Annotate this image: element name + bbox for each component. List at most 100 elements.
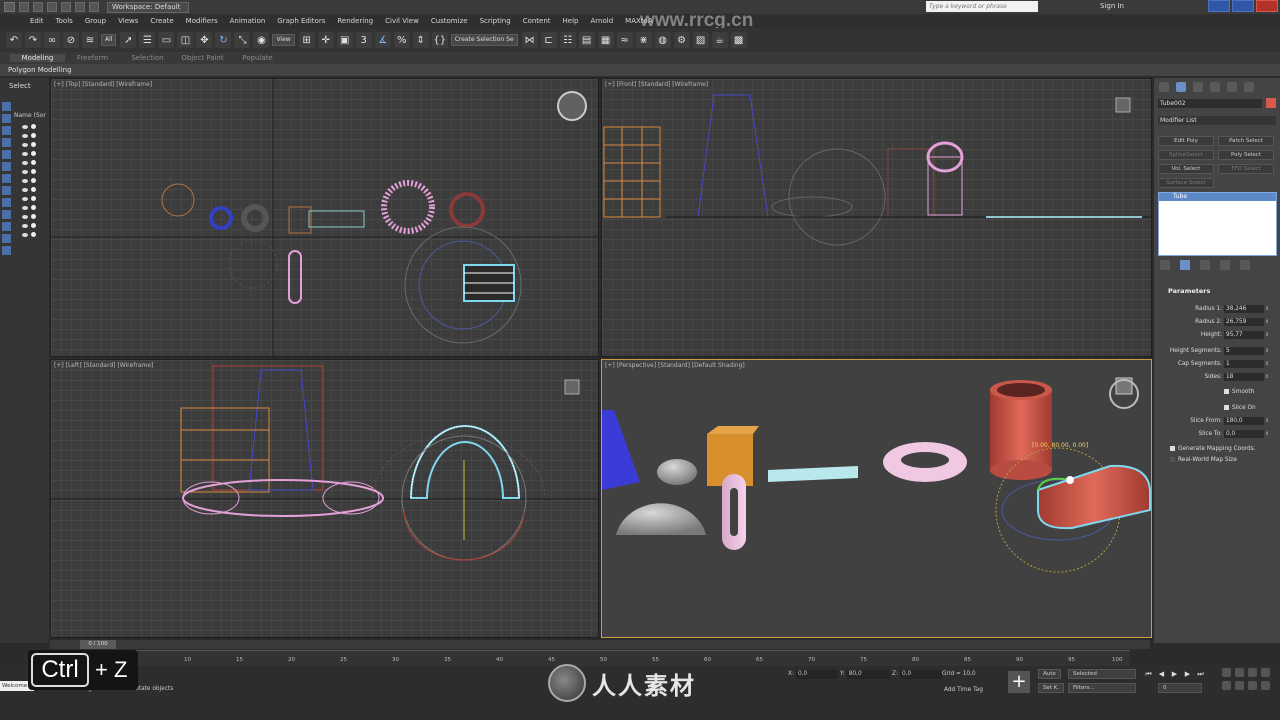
spinner-snap-icon[interactable]: ⇕ xyxy=(412,32,429,48)
eye-icon[interactable] xyxy=(22,178,28,183)
snaps-icon[interactable]: 3 xyxy=(355,32,372,48)
scale-icon[interactable]: ⤡ xyxy=(234,32,251,48)
tab-populate[interactable]: Populate xyxy=(230,54,285,62)
filter-containers-icon[interactable] xyxy=(2,210,11,219)
menu-scripting[interactable]: Scripting xyxy=(480,17,511,25)
edit-named-sets-icon[interactable]: {} xyxy=(431,32,448,48)
keyboard-shortcut-icon[interactable]: ▣ xyxy=(336,32,353,48)
eye-icon[interactable] xyxy=(22,133,28,138)
save-file-icon[interactable] xyxy=(47,2,57,12)
menu-group[interactable]: Group xyxy=(85,17,106,25)
param-input[interactable]: 180,0 xyxy=(1224,417,1264,425)
maximize-viewport-icon[interactable] xyxy=(1261,681,1270,690)
object-name-field[interactable]: Tube002 xyxy=(1158,99,1262,108)
close-button[interactable] xyxy=(1256,0,1278,12)
spinner-icon[interactable]: ⇕ xyxy=(1265,417,1269,425)
set-key-big-icon[interactable]: + xyxy=(1008,671,1030,693)
zoom-extents-all-icon[interactable] xyxy=(1261,668,1270,677)
show-end-result-icon[interactable] xyxy=(1180,260,1190,270)
motion-tab-icon[interactable] xyxy=(1210,82,1220,92)
x-value[interactable]: 0,0 xyxy=(795,670,838,679)
utilities-tab-icon[interactable] xyxy=(1244,82,1254,92)
list-item[interactable] xyxy=(22,203,44,212)
list-item[interactable] xyxy=(22,185,44,194)
window-crossing-icon[interactable]: ◫ xyxy=(177,32,194,48)
filter-helpers-icon[interactable] xyxy=(2,150,11,159)
param-input[interactable]: 0,0 xyxy=(1224,430,1264,438)
ffd-select-button[interactable]: FFD Select xyxy=(1218,164,1274,174)
slice-on-checkbox[interactable]: Slice On xyxy=(1224,404,1256,413)
eye-icon[interactable] xyxy=(22,214,28,219)
menu-modifiers[interactable]: Modifiers xyxy=(186,17,218,25)
menu-create[interactable]: Create xyxy=(150,17,173,25)
patch-select-button[interactable]: Patch Select xyxy=(1218,136,1274,146)
create-tab-icon[interactable] xyxy=(1159,82,1169,92)
list-item[interactable] xyxy=(22,194,44,203)
curve-editor-icon[interactable]: ≈ xyxy=(616,32,633,48)
filter-geometry-icon[interactable] xyxy=(2,102,11,111)
generate-mapping-checkbox[interactable]: Generate Mapping Coords. xyxy=(1170,445,1256,454)
zoom-all-icon[interactable] xyxy=(1235,668,1244,677)
x-coordinate[interactable]: X: 0,0 xyxy=(788,670,838,679)
eye-icon[interactable] xyxy=(22,124,28,129)
stack-item-tube[interactable]: Tube xyxy=(1159,193,1276,201)
ribbon-polygon-modelling[interactable]: Polygon Modelling xyxy=(0,64,1280,76)
filter-frozen-icon[interactable] xyxy=(2,222,11,231)
viewport-left[interactable]: [+] [Left] [Standard] [Wireframe] xyxy=(50,359,599,638)
filter-cameras-icon[interactable] xyxy=(2,138,11,147)
param-input[interactable]: 95,77 xyxy=(1224,331,1264,339)
eye-icon[interactable] xyxy=(22,205,28,210)
configure-sets-icon[interactable] xyxy=(1240,260,1250,270)
previous-frame-icon[interactable]: ◀ xyxy=(1157,670,1166,679)
list-item[interactable] xyxy=(22,122,44,131)
vol-select-button[interactable]: Vol. Select xyxy=(1158,164,1214,174)
explorer-select-menu[interactable]: Select xyxy=(0,78,49,100)
align-icon[interactable]: ⊏ xyxy=(540,32,557,48)
time-slider-thumb[interactable]: 0 / 100 xyxy=(80,640,116,649)
eye-icon[interactable] xyxy=(22,160,28,165)
filter-lights-icon[interactable] xyxy=(2,126,11,135)
add-time-tag[interactable]: Add Time Tag xyxy=(944,686,983,695)
selected-dropdown[interactable]: Selected xyxy=(1068,669,1136,679)
menu-content[interactable]: Content xyxy=(523,17,551,25)
menu-tools[interactable]: Tools xyxy=(56,17,73,25)
smooth-checkbox[interactable]: Smooth xyxy=(1224,388,1254,397)
select-manipulate-icon[interactable]: ✛ xyxy=(317,32,334,48)
list-item[interactable] xyxy=(22,158,44,167)
time-slider[interactable]: 0 / 100 xyxy=(50,640,1150,649)
percent-snap-icon[interactable]: % xyxy=(393,32,410,48)
zoom-extents-icon[interactable] xyxy=(1248,668,1257,677)
render-setup-icon[interactable]: ⚙ xyxy=(673,32,690,48)
sign-in-link[interactable]: Sign In xyxy=(1100,2,1124,10)
spinner-icon[interactable]: ⇕ xyxy=(1265,360,1269,368)
list-item[interactable] xyxy=(22,167,44,176)
z-value[interactable]: 0,0 xyxy=(899,670,942,679)
edit-poly-button[interactable]: Edit Poly xyxy=(1158,136,1214,146)
spinner-icon[interactable]: ⇕ xyxy=(1265,430,1269,438)
tab-modeling[interactable]: Modeling xyxy=(10,54,65,62)
param-input[interactable]: 38,246 xyxy=(1224,305,1264,313)
pan-icon[interactable] xyxy=(1235,681,1244,690)
filter-spacewarps-icon[interactable] xyxy=(2,162,11,171)
render-icon[interactable]: ☕ xyxy=(711,32,728,48)
filter-all-icon[interactable] xyxy=(2,246,11,255)
spinner-icon[interactable]: ⇕ xyxy=(1265,373,1269,381)
menu-customize[interactable]: Customize xyxy=(431,17,468,25)
surface-select-button[interactable]: Surface Select xyxy=(1158,178,1214,188)
eye-icon[interactable] xyxy=(22,142,28,147)
viewport-perspective[interactable]: [+] [Perspective] [Standard] [Default Sh… xyxy=(601,359,1152,638)
open-file-icon[interactable] xyxy=(33,2,43,12)
hierarchy-tab-icon[interactable] xyxy=(1193,82,1203,92)
pin-stack-icon[interactable] xyxy=(1160,260,1170,270)
search-input[interactable]: Type a keyword or phrase xyxy=(926,1,1038,12)
key-filters-button[interactable]: Filters... xyxy=(1068,683,1136,693)
menu-graph-editors[interactable]: Graph Editors xyxy=(277,17,325,25)
param-input[interactable]: 1 xyxy=(1224,360,1264,368)
filter-xrefs-icon[interactable] xyxy=(2,186,11,195)
material-editor-icon[interactable]: ◍ xyxy=(654,32,671,48)
tab-freeform[interactable]: Freeform xyxy=(65,54,120,62)
list-item[interactable] xyxy=(22,176,44,185)
auto-key-button[interactable]: Auto xyxy=(1038,669,1061,679)
ribbon-toggle-icon[interactable]: ▦ xyxy=(597,32,614,48)
app-icon[interactable] xyxy=(4,2,15,12)
